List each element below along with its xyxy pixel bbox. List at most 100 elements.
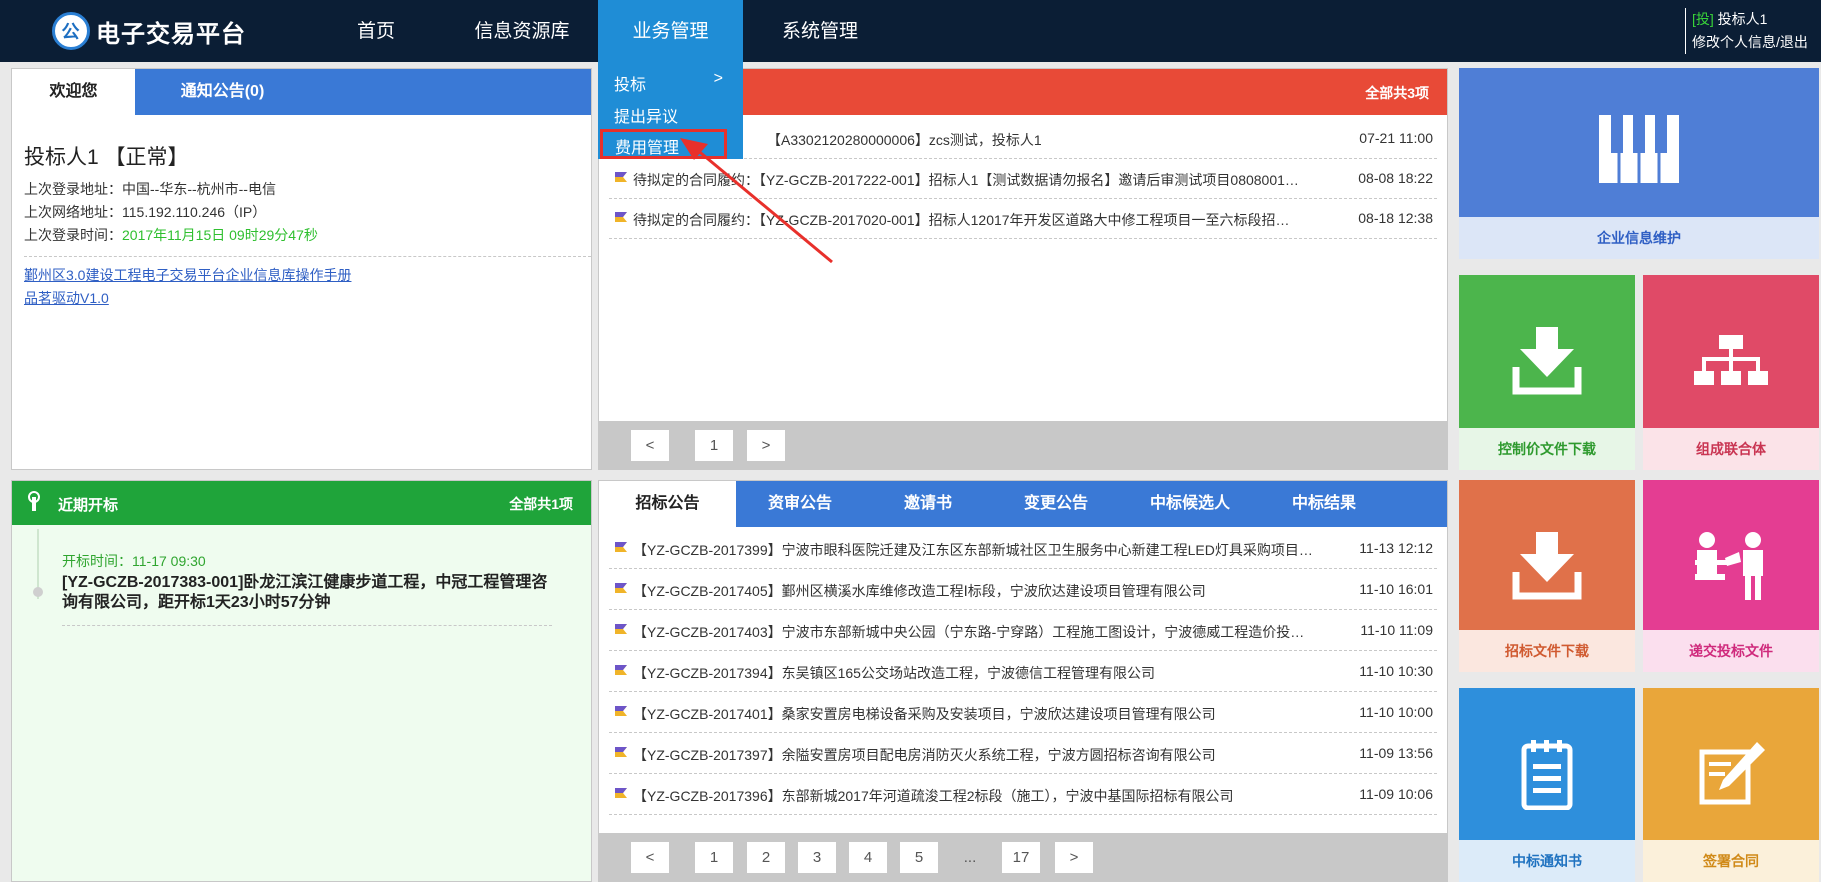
recent-opening-panel: 近期开标 全部共1项 开标时间：11-17 09:30 [YZ-GCZB-201… [11,480,592,882]
notice-row-text: 【YZ-GCZB-2017405】鄞州区横溪水库维修改造工程Ⅰ标段，宁波欣达建设… [633,583,1206,599]
tab-change-notice[interactable]: 变更公告 [992,481,1120,527]
next-page-button[interactable]: > [1055,842,1093,873]
user-status-heading: 投标人1 【正常】 [24,146,189,169]
notice-tabs: 招标公告 资审公告 邀请书 变更公告 中标候选人 中标结果 [599,481,1447,527]
last-login-address-label: 上次登录地址： [24,181,122,197]
menu-item-bidding-label: 投标 [614,77,647,94]
flag-icon [615,583,627,593]
tile-enterprise-info[interactable]: 企业信息维护 [1459,68,1819,259]
tab-prequal-notice[interactable]: 资审公告 [736,481,864,527]
driver-link[interactable]: 品茗驱动V1.0 [24,288,109,308]
tab-invitation[interactable]: 邀请书 [864,481,992,527]
todo-row-text: 【A3302120280000006】zcs测试，投标人1 [767,132,1042,148]
notice-row-date: 11-09 10:06 [1359,786,1433,802]
user-profile-logout-link[interactable]: 修改个人信息/退出 [1692,31,1808,54]
tab-notifications[interactable]: 通知公告(0) [135,69,310,115]
welcome-panel: 欢迎您 通知公告(0) 投标人1 【正常】 上次登录地址：中国--华东--杭州市… [11,68,592,470]
opening-project[interactable]: [YZ-GCZB-2017383-001]卧龙江滨江健康步道工程，中冠工程管理咨… [62,573,552,613]
last-login-address-value: 中国--华东--杭州市--电信 [122,181,276,197]
flag-icon [615,212,627,222]
recent-opening-header: 近期开标 全部共1项 [12,481,591,525]
flag-icon [615,542,627,552]
app-logo[interactable]: 公 电子交易平台 [52,9,246,53]
annotation-arrow-icon [680,138,833,264]
next-page-button[interactable]: > [747,430,785,461]
nav-resource-library[interactable]: 信息资源库 [462,0,582,62]
page-17-button[interactable]: 17 [1002,842,1040,873]
todo-pagination: < 1 > [599,421,1447,469]
last-login-time: 上次登录时间：2017年11月15日 09时29分47秒 [24,225,318,245]
notice-row[interactable]: 【YZ-GCZB-2017401】桑家安置房电梯设备采购及安装项目，宁波欣达建设… [609,693,1437,733]
nav-business-management[interactable]: 业务管理 [598,0,743,62]
notice-row-date: 11-10 16:01 [1359,581,1433,597]
page-1-button[interactable]: 1 [695,842,733,873]
touch-icon [28,491,40,511]
manual-link[interactable]: 鄞州区3.0建设工程电子交易平台企业信息库操作手册 [24,265,351,285]
tile-form-consortium[interactable]: 组成联合体 [1643,275,1819,470]
tile-control-price-download-label: 控制价文件下载 [1459,428,1635,470]
notice-row-text: 【YZ-GCZB-2017401】桑家安置房电梯设备采购及安装项目，宁波欣达建设… [633,706,1216,722]
tab-welcome[interactable]: 欢迎您 [12,69,135,115]
notice-row-date: 11-13 12:12 [1359,540,1433,556]
notice-pagination: < 1 2 3 4 5 ... 17 > [599,833,1447,881]
last-network-address: 上次网络地址：115.192.110.246（IP） [24,202,266,222]
notice-row-date: 11-09 13:56 [1359,745,1433,761]
notepad-icon [1521,740,1573,810]
tile-award-notice[interactable]: 中标通知书 [1459,688,1635,882]
opening-time: 开标时间：11-17 09:30 [62,553,206,569]
notices-panel: 招标公告 资审公告 邀请书 变更公告 中标候选人 中标结果 【YZ-GCZB-2… [598,480,1448,882]
page-3-button[interactable]: 3 [798,842,836,873]
notice-row-text: 【YZ-GCZB-2017397】余隘安置房项目配电房消防灭火系统工程，宁波方圆… [633,747,1216,763]
last-login-time-value: 2017年11月15日 09时29分47秒 [122,227,318,243]
tab-tender-notice[interactable]: 招标公告 [599,481,736,527]
tile-enterprise-info-label: 企业信息维护 [1459,217,1819,259]
page-ellipsis: ... [963,849,977,866]
tab-award-result[interactable]: 中标结果 [1260,481,1388,527]
divider [62,625,552,626]
todo-row-date: 07-21 11:00 [1359,130,1433,146]
timeline-dot [33,587,43,597]
menu-item-objection[interactable]: 提出异议 [614,103,678,127]
notice-row[interactable]: 【YZ-GCZB-2017399】宁波市眼科医院迁建及江东区东部新城社区卫生服务… [609,529,1437,569]
recent-opening-body: 开标时间：11-17 09:30 [YZ-GCZB-2017383-001]卧龙… [12,525,591,881]
notice-row-text: 【YZ-GCZB-2017394】东吴镇区165公交场站改造工程，宁波德信工程管… [633,665,1155,681]
prev-page-button[interactable]: < [631,430,669,461]
tile-submit-bid-file-label: 递交投标文件 [1643,630,1819,672]
flag-icon [615,172,627,182]
recent-opening-title: 近期开标 [58,497,119,514]
tile-bid-file-download[interactable]: 招标文件下载 [1459,480,1635,672]
nav-home[interactable]: 首页 [345,0,407,62]
page-2-button[interactable]: 2 [747,842,785,873]
flag-icon [615,665,627,675]
nav-system-management[interactable]: 系统管理 [765,0,875,62]
user-name: 投标人1 [1717,11,1768,27]
notice-row[interactable]: 【YZ-GCZB-2017405】鄞州区横溪水库维修改造工程Ⅰ标段，宁波欣达建设… [609,570,1437,610]
tile-control-price-download[interactable]: 控制价文件下载 [1459,275,1635,470]
page-5-button[interactable]: 5 [900,842,938,873]
page-4-button[interactable]: 4 [849,842,887,873]
tile-sign-contract[interactable]: 签署合同 [1643,688,1819,882]
notice-row[interactable]: 【YZ-GCZB-2017394】东吴镇区165公交场站改造工程，宁波德信工程管… [609,652,1437,692]
recent-opening-count[interactable]: 全部共1项 [509,494,573,514]
divider [24,256,591,257]
tab-candidates[interactable]: 中标候选人 [1120,481,1260,527]
notice-row[interactable]: 【YZ-GCZB-2017397】余隘安置房项目配电房消防灭火系统工程，宁波方圆… [609,734,1437,774]
notice-row[interactable]: 【YZ-GCZB-2017403】宁波市东部新城中央公园（宁东路-宁穿路）工程施… [609,611,1437,651]
piano-keys-icon [1599,115,1679,183]
notice-row[interactable]: 【YZ-GCZB-2017396】东部新城2017年河道疏浚工程2标段（施工），… [609,775,1437,815]
logo-emblem-icon: 公 [52,12,90,50]
menu-item-bidding[interactable]: 投标 [614,71,646,95]
todo-count[interactable]: 全部共3项 [1365,83,1429,103]
notice-row-text: 【YZ-GCZB-2017403】宁波市东部新城中央公园（宁东路-宁穿路）工程施… [633,624,1305,640]
last-login-time-label: 上次登录时间： [24,227,122,243]
download-icon [1512,327,1582,395]
user-info: [投] 投标人1 修改个人信息/退出 [1685,8,1808,54]
tile-award-notice-label: 中标通知书 [1459,840,1635,882]
notice-row-text: 【YZ-GCZB-2017396】东部新城2017年河道疏浚工程2标段（施工），… [633,788,1234,804]
tile-bid-file-download-label: 招标文件下载 [1459,630,1635,672]
page-1-button[interactable]: 1 [695,430,733,461]
last-network-address-value: 115.192.110.246（IP） [122,204,267,220]
last-network-address-label: 上次网络地址： [24,204,122,220]
tile-submit-bid-file[interactable]: 递交投标文件 [1643,480,1819,672]
prev-page-button[interactable]: < [631,842,669,873]
